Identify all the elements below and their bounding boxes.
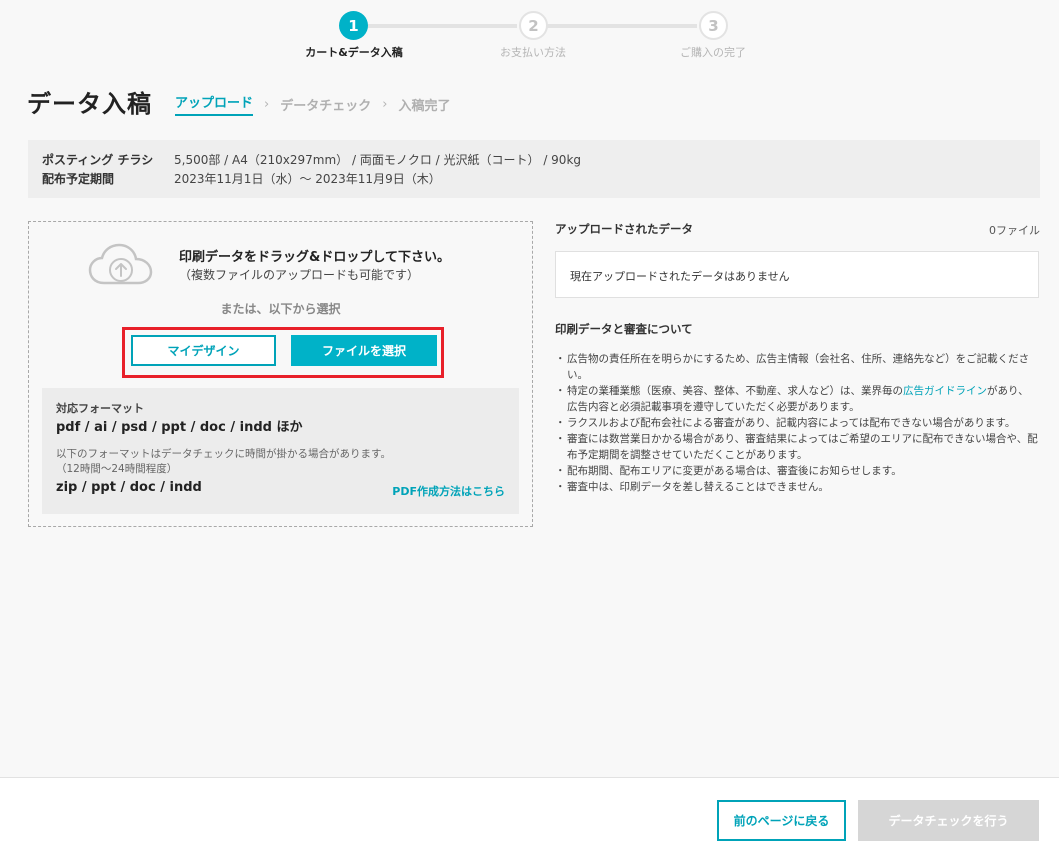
step-2-circle: 2 [519,11,548,40]
list-item: ・審査中は、印刷データを差し替えることはできません。 [555,481,829,493]
step-2-label: お支払い方法 [500,46,566,59]
step-connector [367,24,517,28]
slow-formats-list: zip / ppt / doc / indd [56,480,202,495]
formats-label: 対応フォーマット [56,402,144,415]
breadcrumb: アップロード › データチェック › 入稿完了 [175,92,450,116]
progress-stepper: 1 カート&データ入稿 2 お支払い方法 3 ご購入の完了 [0,11,1059,61]
cloud-upload-icon [88,243,153,285]
uploaded-data-title: アップロードされたデータ [555,222,693,236]
list-item: ・ラクスルおよび配布会社による審査があり、記載内容によっては配布できない場合があ… [555,417,1016,429]
step-1-label: カート&データ入稿 [305,46,403,59]
chevron-right-icon: › [264,96,270,112]
my-design-button[interactable]: マイデザイン [131,335,276,366]
formats-note: 以下のフォーマットはデータチェックに時間が掛かる場合があります。 [56,448,391,460]
drop-multi-note: （複数ファイルのアップロードも可能です） [179,268,420,282]
formats-note-time: （12時間～24時間程度） [56,463,178,475]
uploaded-files-box: 現在アップロードされたデータはありません [555,251,1039,298]
footer-bar: 前のページに戻る データチェックを行う [0,777,1059,853]
supported-formats-box: 対応フォーマット pdf / ai / psd / ppt / doc / in… [42,388,519,514]
list-item: ・広告物の責任所在を明らかにするため、広告主情報（会社名、住所、連絡先など）をご… [555,353,1030,381]
drop-or-text: または、以下から選択 [220,302,341,316]
list-item: ・特定の業種業態（医療、美容、整体、不動産、求人など）は、業界毎の広告ガイドライ… [555,385,1029,413]
order-summary: ポスティング チラシ 5,500部 / A4（210x297mm） / 両面モノ… [28,140,1040,198]
order-period-label: 配布予定期間 [42,172,115,186]
step-3-circle: 3 [699,11,728,40]
data-check-button[interactable]: データチェックを行う [858,800,1039,841]
drop-instruction: 印刷データをドラッグ&ドロップして下さい。 [179,250,450,265]
chevron-right-icon: › [382,96,388,112]
back-button[interactable]: 前のページに戻る [717,800,846,841]
review-notes: ・広告物の責任所在を明らかにするため、広告主情報（会社名、住所、連絡先など）をご… [555,351,1039,495]
list-item: ・審査には数営業日かかる場合があり、審査結果によってはご希望のエリアに配布できな… [555,433,1038,461]
pdf-guide-link[interactable]: PDF作成方法はこちら [392,483,505,499]
page-title: データ入稿 [27,90,152,118]
breadcrumb-data-check: データチェック [280,98,372,114]
breadcrumb-upload: アップロード [175,92,254,116]
formats-list: pdf / ai / psd / ppt / doc / indd ほか [56,420,303,435]
order-period-value: 2023年11月1日（水）～ 2023年11月9日（木） [174,172,441,186]
file-count: 0ファイル [989,224,1040,237]
step-3-label: ご購入の完了 [680,46,746,59]
order-product-label: ポスティング チラシ [42,153,154,167]
button-highlight-box: マイデザイン ファイルを選択 [122,327,444,378]
uploaded-empty-text: 現在アップロードされたデータはありません [570,270,790,283]
step-connector [547,24,697,28]
ad-guideline-link[interactable]: 広告ガイドライン [903,385,987,397]
order-product-value: 5,500部 / A4（210x297mm） / 両面モノクロ / 光沢紙（コー… [174,153,582,167]
breadcrumb-complete: 入稿完了 [398,98,451,114]
step-1-circle: 1 [339,11,368,40]
order-product-row: ポスティング チラシ 5,500部 / A4（210x297mm） / 両面モノ… [42,151,581,168]
file-drop-zone[interactable]: 印刷データをドラッグ&ドロップして下さい。 （複数ファイルのアップロードも可能で… [28,221,533,527]
select-file-button[interactable]: ファイルを選択 [291,335,437,366]
review-title: 印刷データと審査について [555,322,693,336]
list-item: ・配布期間、配布エリアに変更がある場合は、審査後にお知らせします。 [555,465,902,477]
order-period-row: 配布予定期間 2023年11月1日（水）～ 2023年11月9日（木） [42,170,441,187]
